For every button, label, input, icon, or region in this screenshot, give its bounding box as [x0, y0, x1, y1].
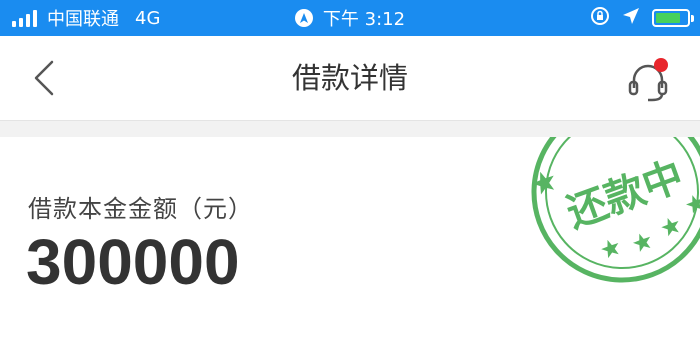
battery-level: [656, 13, 680, 23]
rotation-lock-icon: [590, 6, 610, 30]
customer-service-icon: [628, 58, 668, 102]
clock: 下午 3:12: [322, 9, 406, 30]
principal-label: 借款本金金额（元）: [28, 195, 253, 223]
battery-icon: [652, 9, 694, 27]
loan-summary: 借款本金金额（元） 300000 还款中: [0, 137, 700, 350]
status-bar: 中国联通 4G 下午 3:12: [0, 0, 700, 36]
status-bar-right: [590, 0, 694, 36]
repaying-stamp: 还款中: [531, 137, 700, 283]
customer-service-button[interactable]: [622, 54, 674, 106]
navigation-icon: [294, 9, 313, 27]
nav-bar: 借款详情: [0, 36, 700, 121]
section-divider: [0, 121, 700, 137]
page-title: 借款详情: [291, 61, 408, 95]
notification-dot: [654, 58, 668, 72]
principal-amount: 300000: [26, 226, 240, 298]
location-icon: [622, 7, 640, 29]
